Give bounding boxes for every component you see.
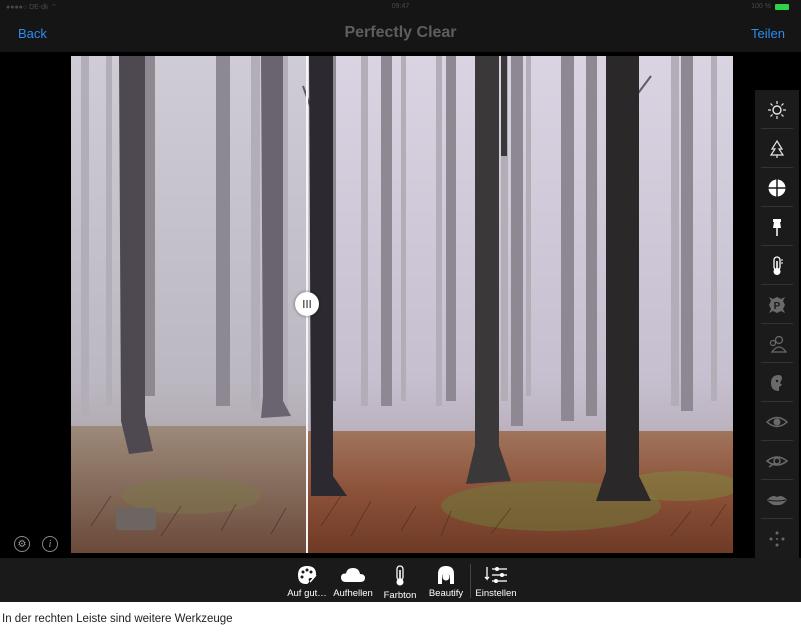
forest-photo [71, 56, 733, 553]
palette-icon [298, 566, 317, 584]
svg-text:P: P [774, 301, 781, 312]
info-icon: i [48, 538, 52, 550]
sidebar-item-contrast[interactable] [755, 168, 799, 207]
toolbar-divider [470, 564, 471, 598]
people-icon [769, 335, 787, 353]
device-screen: ●●●●○ DE-dk ⌔ 09:47 100 % Back Perfectly… [0, 0, 801, 602]
status-time: 09:47 [391, 3, 410, 10]
tool-label: Auf gut… [287, 588, 327, 599]
cloud-icon [341, 568, 365, 582]
tool-label: Aufhellen [333, 588, 373, 599]
sidebar-item-temperature[interactable] [755, 246, 799, 285]
status-bar: ●●●●○ DE-dk ⌔ 09:47 100 % [0, 0, 801, 14]
tool-adjust[interactable]: Einstellen [472, 558, 520, 602]
sidebar-item-eye[interactable] [755, 402, 799, 441]
battery-icon [775, 4, 789, 10]
tools-sidebar: P [755, 90, 799, 558]
eye-enhance-icon [766, 455, 788, 468]
battery-percent: 100 % [751, 3, 771, 10]
eye-icon [766, 416, 788, 427]
sun-icon [768, 100, 786, 119]
sidebar-item-face[interactable] [755, 363, 799, 402]
bottom-toolbar: Auf gut… Aufhellen Farbton Beautify Eins… [0, 558, 801, 602]
contrast-circle-icon [768, 178, 786, 197]
thermometer-icon [773, 255, 783, 275]
caption-text: In der rechten Leiste sind weitere Werkz… [2, 613, 233, 625]
gear-icon: ⚙ [17, 538, 27, 550]
sidebar-item-people[interactable] [755, 324, 799, 363]
compare-divider-handle[interactable] [295, 292, 319, 316]
sidebar-item-exposure[interactable] [755, 90, 799, 129]
tool-beautify[interactable]: Beautify [425, 558, 467, 602]
thermometer-icon [396, 565, 404, 586]
tool-auto-guide[interactable]: Auf gut… [284, 558, 330, 602]
sidebar-item-sharpen[interactable] [755, 129, 799, 168]
grip-icon [303, 300, 311, 308]
settings-gear-button[interactable]: ⚙ [14, 536, 30, 552]
sidebar-item-pin[interactable] [755, 207, 799, 246]
sidebar-item-eye-enhance[interactable] [755, 441, 799, 480]
page-title: Perfectly Clear [344, 24, 457, 41]
pin-icon [773, 218, 781, 236]
tool-label: Farbton [383, 590, 417, 601]
navigation-bar: Back Perfectly Clear Teilen [0, 14, 801, 52]
lips-icon [767, 495, 787, 505]
sparkle-dots-icon [769, 531, 785, 546]
tool-brighten[interactable]: Aufhellen [330, 558, 376, 602]
info-button[interactable]: i [42, 536, 58, 552]
tool-label: Beautify [428, 588, 464, 599]
before-after-photo[interactable] [71, 56, 733, 553]
face-icon [438, 566, 454, 584]
sidebar-item-sparkle[interactable] [755, 519, 799, 558]
share-button[interactable]: Teilen [751, 26, 785, 41]
face-profile-icon [771, 374, 782, 391]
tool-label: Einstellen [475, 588, 517, 599]
sidebar-item-lips[interactable] [755, 480, 799, 519]
sliders-icon [484, 567, 507, 583]
sidebar-item-p-tool[interactable]: P [755, 285, 799, 324]
tree-sharpen-icon [769, 139, 785, 158]
tool-tint[interactable]: Farbton [379, 558, 421, 602]
p-badge-icon: P [769, 296, 785, 313]
